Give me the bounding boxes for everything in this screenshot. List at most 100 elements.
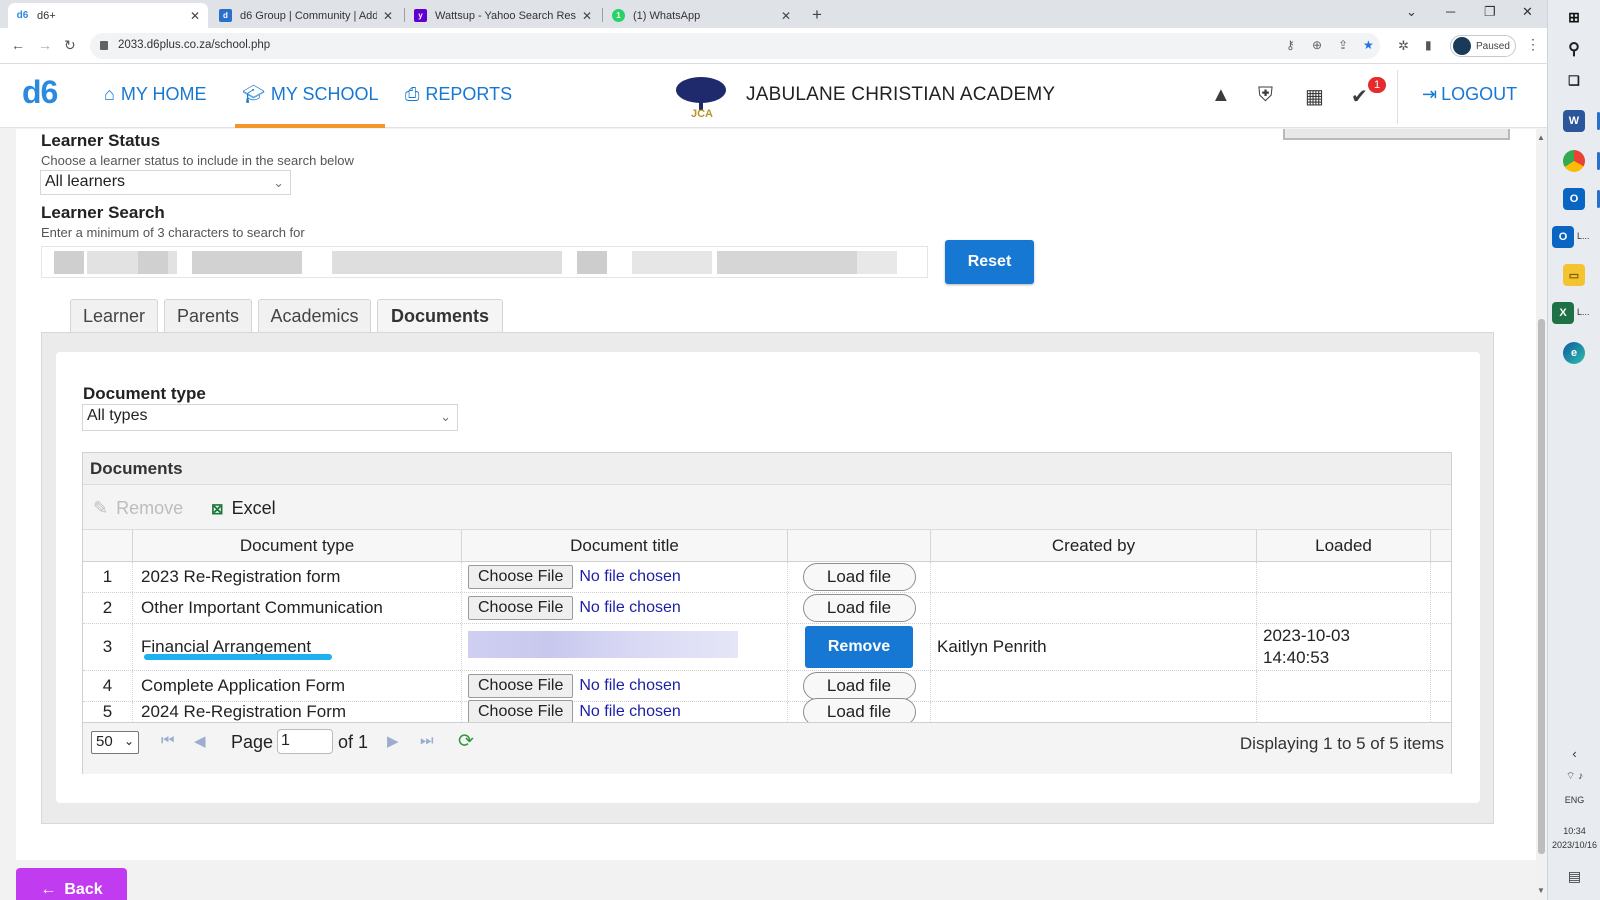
nav-reports[interactable]: ⎙ REPORTS (405, 84, 512, 105)
close-tab-icon[interactable]: ✕ (190, 9, 200, 23)
toolbar-label: Remove (116, 498, 184, 518)
close-tab-icon[interactable]: ✕ (383, 9, 393, 23)
tab-documents[interactable]: Documents (377, 299, 503, 332)
zoom-icon[interactable]: ⊕ (1312, 38, 1322, 52)
search-icon[interactable]: ⚲ (1563, 38, 1585, 60)
load-file-button[interactable]: Load file (802, 563, 916, 591)
tab-search-icon[interactable]: ⌄ (1406, 4, 1417, 20)
redacted-text (632, 251, 712, 274)
restore-icon[interactable]: ❐ (1484, 4, 1496, 20)
profile-button[interactable]: Paused (1450, 35, 1516, 57)
outlook-icon[interactable]: O (1552, 226, 1574, 248)
clock-date[interactable]: 2023/10/16 (1548, 840, 1600, 850)
document-type-select[interactable]: All types ⌄ (82, 404, 458, 431)
loaded-date: 2023-10-03 (1263, 626, 1350, 645)
page-total: of 1 (338, 732, 369, 752)
check-circle-icon[interactable]: ✔ (1351, 84, 1368, 109)
remove-document-button[interactable]: Remove (805, 626, 913, 668)
key-icon[interactable]: ⚷ (1286, 38, 1295, 52)
choose-file-button[interactable]: Choose File (468, 700, 574, 724)
share-icon[interactable]: ⇪ (1338, 38, 1348, 52)
windows-start-icon[interactable]: ⊞ (1563, 6, 1585, 28)
first-page-icon[interactable]: ⏮ (161, 732, 175, 749)
next-page-icon[interactable]: ▶ (387, 732, 399, 750)
tab-academics[interactable]: Academics (258, 299, 371, 332)
learner-search-input[interactable] (41, 246, 928, 278)
reload-icon[interactable]: ↻ (64, 37, 76, 54)
logout-button[interactable]: ⇥ LOGOUT (1422, 84, 1517, 105)
close-tab-icon[interactable]: ✕ (781, 9, 791, 23)
nav-my-school[interactable]: 🎓︎ MY SCHOOL (242, 84, 379, 105)
document-type-cell: 2023 Re-Registration form (133, 562, 462, 592)
browser-toolbar: ← → ↻ 2033.d6plus.co.za/school.php ⚷ ⊕ ⇪… (0, 28, 1547, 64)
column-header-document-title[interactable]: Document title (462, 530, 788, 562)
outlook-icon[interactable]: O (1563, 188, 1585, 210)
language-indicator[interactable]: ENG (1548, 795, 1600, 805)
extensions-icon[interactable]: ✲ (1398, 38, 1409, 54)
redacted-text (717, 251, 857, 274)
page-number-input[interactable]: 1 (277, 729, 333, 754)
excel-icon[interactable]: X (1552, 302, 1574, 324)
chrome-icon[interactable] (1563, 150, 1585, 172)
new-tab-icon[interactable]: + (812, 5, 822, 25)
address-bar[interactable]: 2033.d6plus.co.za/school.php ⚷ ⊕ ⇪ ★ (90, 33, 1380, 59)
learner-status-select[interactable]: All learners ⌄ (40, 170, 291, 195)
scroll-down-icon[interactable]: ▼ (1537, 886, 1545, 895)
choose-file-button[interactable]: Choose File (468, 596, 574, 620)
calendar-icon[interactable]: ▦ (1305, 84, 1324, 109)
display-count-text: Displaying 1 to 5 of 5 items (1239, 734, 1444, 753)
scroll-up-icon[interactable]: ▲ (1537, 133, 1545, 142)
profile-status: Paused (1476, 40, 1510, 52)
notifications-icon[interactable]: ▤ (1548, 868, 1600, 885)
browser-tab-d6-group[interactable]: d d6 Group | Community | Add To ✕ (211, 3, 401, 28)
refresh-icon[interactable]: ⟳ (458, 730, 474, 753)
nav-my-home[interactable]: ⌂ MY HOME (104, 84, 207, 105)
back-arrow-icon[interactable]: ← (11, 37, 25, 53)
column-header-created-by[interactable]: Created by (931, 530, 1257, 562)
remove-toolbar-button[interactable]: ✎ Remove (93, 498, 183, 519)
choose-file-button[interactable]: Choose File (468, 674, 574, 698)
back-button[interactable]: ← Back (16, 868, 127, 900)
browser-menu-icon[interactable]: ⋮ (1526, 36, 1540, 53)
warning-icon[interactable]: ▲ (1211, 84, 1231, 107)
word-icon[interactable]: W (1563, 110, 1585, 132)
chevron-left-icon[interactable]: ‹ (1548, 746, 1600, 761)
side-panel-icon[interactable]: ▮ (1425, 38, 1432, 52)
bookmark-star-icon[interactable]: ★ (1363, 38, 1374, 52)
d6-logo[interactable]: d6 (22, 74, 58, 111)
excel-export-button[interactable]: ⊠ Excel (211, 498, 276, 519)
network-volume-icon[interactable]: ⌔ ♪ (1548, 770, 1600, 783)
redacted-document-link[interactable] (468, 631, 738, 658)
tab-learner[interactable]: Learner (70, 299, 158, 332)
clock-time[interactable]: 10:34 (1548, 826, 1600, 836)
graduation-cap-icon: 🎓︎ (242, 84, 265, 104)
column-header-document-type[interactable]: Document type (133, 530, 462, 562)
close-tab-icon[interactable]: ✕ (582, 9, 592, 23)
scrollbar-thumb[interactable] (1538, 319, 1545, 854)
load-file-button[interactable]: Load file (802, 594, 916, 622)
file-explorer-icon[interactable]: ▭ (1563, 264, 1585, 286)
browser-tab-yahoo[interactable]: y Wattsup - Yahoo Search Results ✕ (406, 3, 600, 28)
load-file-button[interactable]: Load file (802, 672, 916, 700)
page-scrollbar[interactable]: ▲ ▼ (1536, 129, 1547, 900)
task-view-icon[interactable]: ❏ (1563, 70, 1585, 92)
outlook-label: L... (1577, 231, 1590, 241)
redacted-text (577, 251, 607, 274)
minimize-icon[interactable]: ─ (1446, 4, 1455, 19)
reset-button[interactable]: Reset (945, 240, 1034, 284)
page-size-select[interactable]: 50 ⌄ (91, 731, 139, 754)
column-header-loaded[interactable]: Loaded (1257, 530, 1431, 562)
edge-icon[interactable]: e (1563, 342, 1585, 364)
forward-arrow-icon[interactable]: → (38, 37, 52, 53)
tab-parents[interactable]: Parents (164, 299, 252, 332)
document-title-cell: Choose File No file chosen (462, 671, 788, 701)
previous-page-icon[interactable]: ◀ (194, 732, 206, 750)
document-type-cell: Other Important Communication (133, 593, 462, 623)
last-page-icon[interactable]: ⏭ (420, 732, 434, 749)
choose-file-button[interactable]: Choose File (468, 565, 574, 589)
close-window-icon[interactable]: ✕ (1522, 4, 1533, 20)
browser-tab-d6[interactable]: d6 d6+ ✕ (8, 3, 208, 28)
browser-tab-whatsapp[interactable]: 1 (1) WhatsApp ✕ (604, 3, 799, 28)
whatsapp-favicon-icon: 1 (612, 9, 625, 22)
shield-icon[interactable]: ⛨ (1258, 84, 1273, 107)
